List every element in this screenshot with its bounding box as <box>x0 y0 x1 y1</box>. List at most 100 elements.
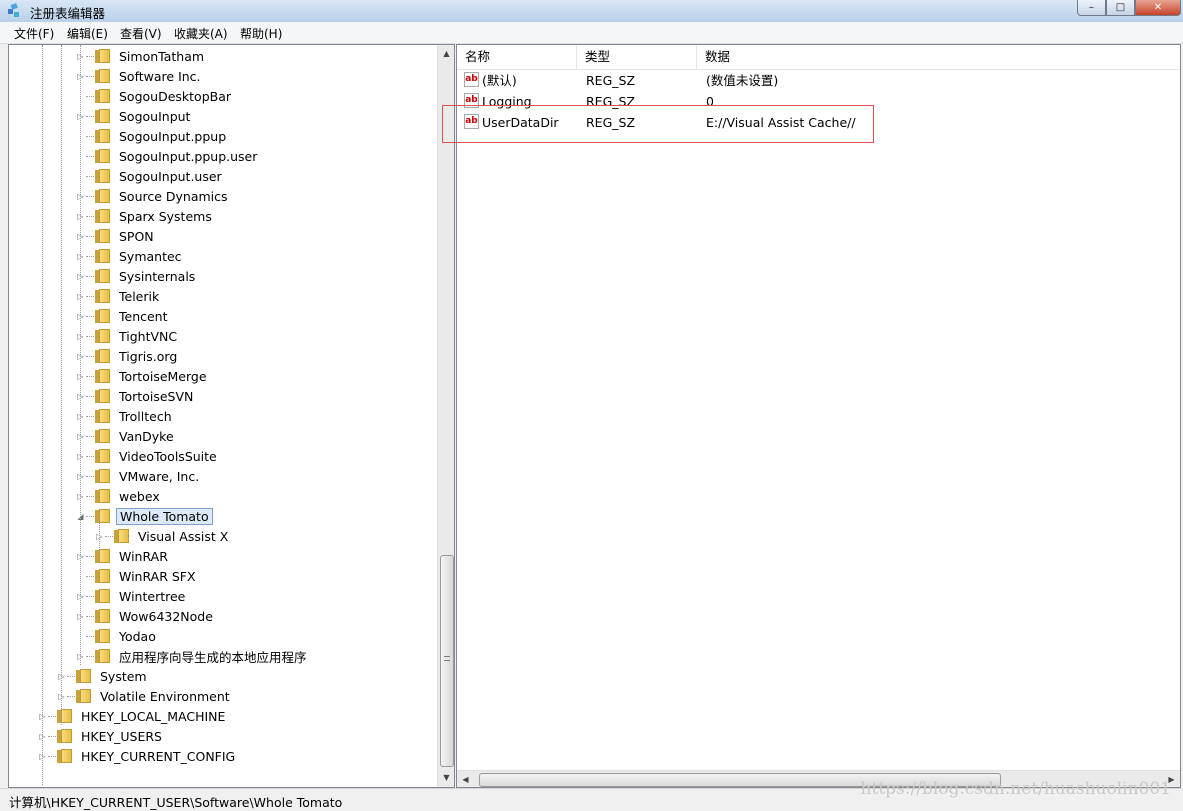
tree-connector <box>86 415 94 417</box>
tree-item[interactable]: ▷ Trolltech <box>76 406 175 426</box>
scroll-down-arrow-icon[interactable]: ▼ <box>438 769 454 785</box>
menu-view[interactable]: 查看(V) <box>120 25 162 42</box>
column-header-data[interactable]: 数据 <box>697 45 1180 69</box>
tree-item[interactable]: ▷ Software Inc. <box>76 66 204 86</box>
window-controls: – □ ✕ <box>1077 0 1181 16</box>
tree-item[interactable]: ▷ Wow6432Node <box>76 606 216 626</box>
tree-item[interactable]: ▷ SPON <box>76 226 157 246</box>
tree-item-label: SogouInput.ppup <box>119 128 227 144</box>
tree-item-label: SogouInput.user <box>119 168 222 184</box>
folder-icon <box>114 529 130 543</box>
tree-item[interactable]: ▷ VanDyke <box>76 426 177 446</box>
tree-item[interactable]: ▷ HKEY_LOCAL_MACHINE <box>38 706 228 726</box>
registry-editor-icon <box>8 3 19 17</box>
folder-icon <box>95 589 111 603</box>
tree-item[interactable]: ▷ Symantec <box>76 246 185 266</box>
folder-icon <box>57 749 73 763</box>
tree-item-label: SimonTatham <box>119 48 205 64</box>
tree-item-label: TortoiseSVN <box>119 388 194 404</box>
tree-item[interactable]: SogouInput.ppup.user <box>76 146 260 166</box>
tree-guide-line <box>80 45 81 665</box>
tree-item[interactable]: ▷ VideoToolsSuite <box>76 446 220 466</box>
scroll-up-arrow-icon[interactable]: ▲ <box>438 45 454 61</box>
tree-item-label: Yodao <box>119 628 156 644</box>
scroll-left-arrow-icon[interactable]: ◀ <box>457 771 474 787</box>
menu-bar: 文件(F) 编辑(E) 查看(V) 收藏夹(A) 帮助(H) <box>0 22 1183 44</box>
tree-connector <box>86 195 94 197</box>
folder-icon <box>95 129 111 143</box>
tree-connector <box>86 295 94 297</box>
tree-item[interactable]: ▷ VMware, Inc. <box>76 466 202 486</box>
tree-item-label: Whole Tomato <box>116 507 213 525</box>
tree-item-label: Symantec <box>119 248 182 264</box>
column-header-name[interactable]: 名称 <box>457 45 577 69</box>
tree-item[interactable]: ▷ Sparx Systems <box>76 206 215 226</box>
tree-item[interactable]: SogouInput.user <box>76 166 225 186</box>
restore-button[interactable]: □ <box>1106 0 1135 16</box>
tree-connector <box>86 595 94 597</box>
tree-item[interactable]: ▷ Source Dynamics <box>76 186 231 206</box>
tree-vertical-scrollbar[interactable]: ▲ ▼ <box>437 45 454 787</box>
menu-edit[interactable]: 编辑(E) <box>67 25 108 42</box>
tree-item[interactable]: ▷ webex <box>76 486 163 506</box>
folder-icon <box>95 389 111 403</box>
tree-item[interactable]: ▷ Wintertree <box>76 586 188 606</box>
tree-item[interactable]: ▷ SimonTatham <box>76 46 207 66</box>
tree-connector <box>86 315 94 317</box>
tree-connector <box>86 495 94 497</box>
tree-item[interactable]: ▷ WinRAR <box>76 546 171 566</box>
tree-item[interactable]: ▷ HKEY_USERS <box>38 726 165 746</box>
tree-item-label: Tigris.org <box>119 348 178 364</box>
tree-connector <box>86 175 94 177</box>
tree-item[interactable]: ▷ Telerik <box>76 286 162 306</box>
tree-item[interactable]: ▷ TortoiseMerge <box>76 366 210 386</box>
tree-item[interactable]: ▷ Sysinternals <box>76 266 198 286</box>
tree-item[interactable]: ▷ 应用程序向导生成的本地应用程序 <box>76 646 310 666</box>
folder-icon <box>95 229 111 243</box>
list-item[interactable]: ab (默认) REG_SZ (数值未设置) <box>457 70 1180 91</box>
value-name: (默认) <box>482 73 517 88</box>
tree-item[interactable]: ▷ Tigris.org <box>76 346 180 366</box>
close-button[interactable]: ✕ <box>1135 0 1181 16</box>
tree-item[interactable]: ▷ System <box>57 666 150 686</box>
tree-scroll-thumb[interactable] <box>440 555 454 767</box>
folder-icon <box>95 509 111 523</box>
tree-connector <box>86 455 94 457</box>
folder-icon <box>95 169 111 183</box>
menu-favorites[interactable]: 收藏夹(A) <box>174 25 228 42</box>
folder-icon <box>95 89 111 103</box>
menu-file[interactable]: 文件(F) <box>14 25 54 42</box>
tree-item[interactable]: ▷ Visual Assist X <box>95 526 231 546</box>
tree-item[interactable]: SogouInput.ppup <box>76 126 229 146</box>
tree-item-label: TightVNC <box>119 328 178 344</box>
tree-item[interactable]: Yodao <box>76 626 159 646</box>
tree-connector <box>67 695 75 697</box>
tree-item[interactable]: ◢ Whole Tomato <box>76 506 213 526</box>
tree-item-label: SogouInput <box>119 108 191 124</box>
tree-item[interactable]: ▷ Tencent <box>76 306 171 326</box>
values-list[interactable]: 名称 类型 数据 ab (默认) REG_SZ (数值未设置) ab Loggi… <box>456 44 1181 788</box>
column-header-type[interactable]: 类型 <box>577 45 697 69</box>
tree-connector <box>86 375 94 377</box>
tree-item[interactable]: WinRAR SFX <box>76 566 199 586</box>
tree-connector <box>86 635 94 637</box>
registry-tree[interactable]: ▷ SimonTatham ▷ Software Inc. SogouDesktopBa… <box>8 44 455 788</box>
menu-help[interactable]: 帮助(H) <box>240 25 282 42</box>
tree-connector <box>86 115 94 117</box>
tree-item[interactable]: ▷ HKEY_CURRENT_CONFIG <box>38 746 238 766</box>
tree-item-label: SPON <box>119 228 154 244</box>
tree-connector <box>86 55 94 57</box>
tree-item[interactable]: ▷ TortoiseSVN <box>76 386 196 406</box>
folder-icon <box>57 729 73 743</box>
minimize-button[interactable]: – <box>1077 0 1106 16</box>
tree-item[interactable]: ▷ TightVNC <box>76 326 180 346</box>
tree-connector <box>105 535 113 537</box>
tree-connector <box>86 255 94 257</box>
tree-item[interactable]: ▷ Volatile Environment <box>57 686 233 706</box>
folder-icon <box>57 709 73 723</box>
tree-item[interactable]: SogouDesktopBar <box>76 86 234 106</box>
tree-item[interactable]: ▷ SogouInput <box>76 106 193 126</box>
tree-connector <box>86 335 94 337</box>
folder-icon <box>95 369 111 383</box>
highlight-annotation-box <box>442 105 874 143</box>
